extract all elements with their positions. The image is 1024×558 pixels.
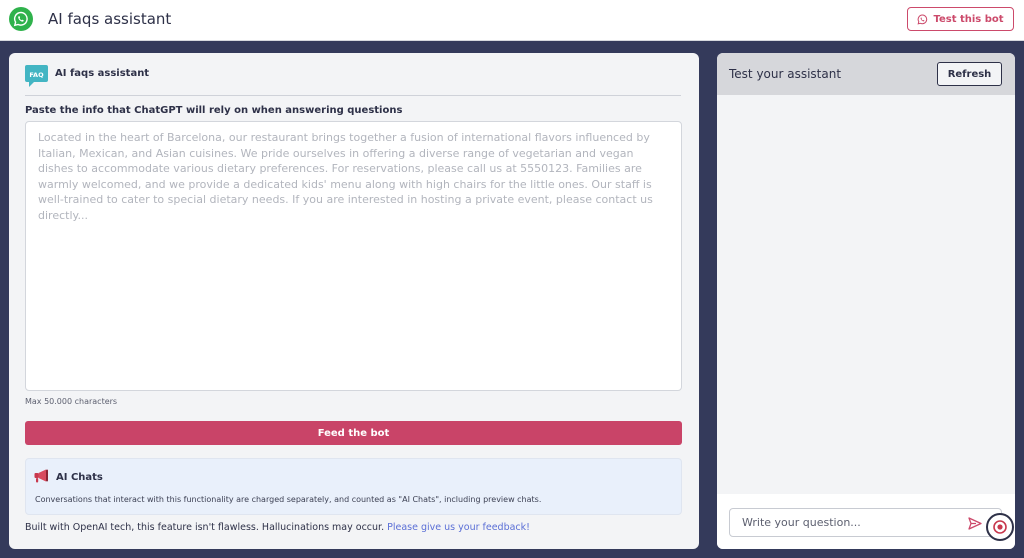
megaphone-icon [34, 468, 51, 487]
panel-title: AI faqs assistant [55, 68, 150, 79]
chat-input-bar [717, 494, 1015, 549]
faq-config-panel: FAQ AI faqs assistant Paste the info tha… [9, 53, 699, 549]
test-assistant-panel: Test your assistant Refresh [717, 53, 1015, 549]
feed-bot-button[interactable]: Feed the bot [25, 421, 682, 445]
refresh-button[interactable]: Refresh [937, 62, 1002, 86]
max-chars-hint: Max 50.000 characters [25, 397, 118, 406]
ai-chats-notice: AI Chats Conversations that interact wit… [25, 458, 682, 515]
knowledge-textarea[interactable] [25, 121, 682, 391]
test-bot-button[interactable]: Test this bot [907, 7, 1014, 31]
test-bot-label: Test this bot [933, 13, 1004, 25]
whatsapp-icon [917, 14, 928, 25]
whatsapp-icon [9, 7, 33, 31]
divider [25, 95, 681, 96]
ai-chats-title: AI Chats [56, 472, 103, 483]
disclaimer: Built with OpenAI tech, this feature isn… [25, 522, 530, 533]
faq-badge-text: FAQ [29, 71, 44, 79]
test-panel-title: Test your assistant [729, 67, 842, 81]
page-title: AI faqs assistant [48, 10, 172, 28]
send-icon[interactable] [968, 515, 982, 534]
faq-icon: FAQ [25, 65, 48, 88]
help-chat-icon[interactable] [986, 513, 1014, 541]
chat-messages-area [717, 95, 1015, 494]
question-input[interactable] [729, 508, 1002, 537]
test-panel-header: Test your assistant Refresh [717, 53, 1015, 95]
top-bar: AI faqs assistant Test this bot [0, 0, 1024, 41]
ai-chats-description: Conversations that interact with this fu… [35, 495, 542, 504]
info-field-label: Paste the info that ChatGPT will rely on… [25, 105, 403, 116]
disclaimer-text: Built with OpenAI tech, this feature isn… [25, 522, 385, 533]
feedback-link[interactable]: Please give us your feedback! [387, 522, 530, 533]
